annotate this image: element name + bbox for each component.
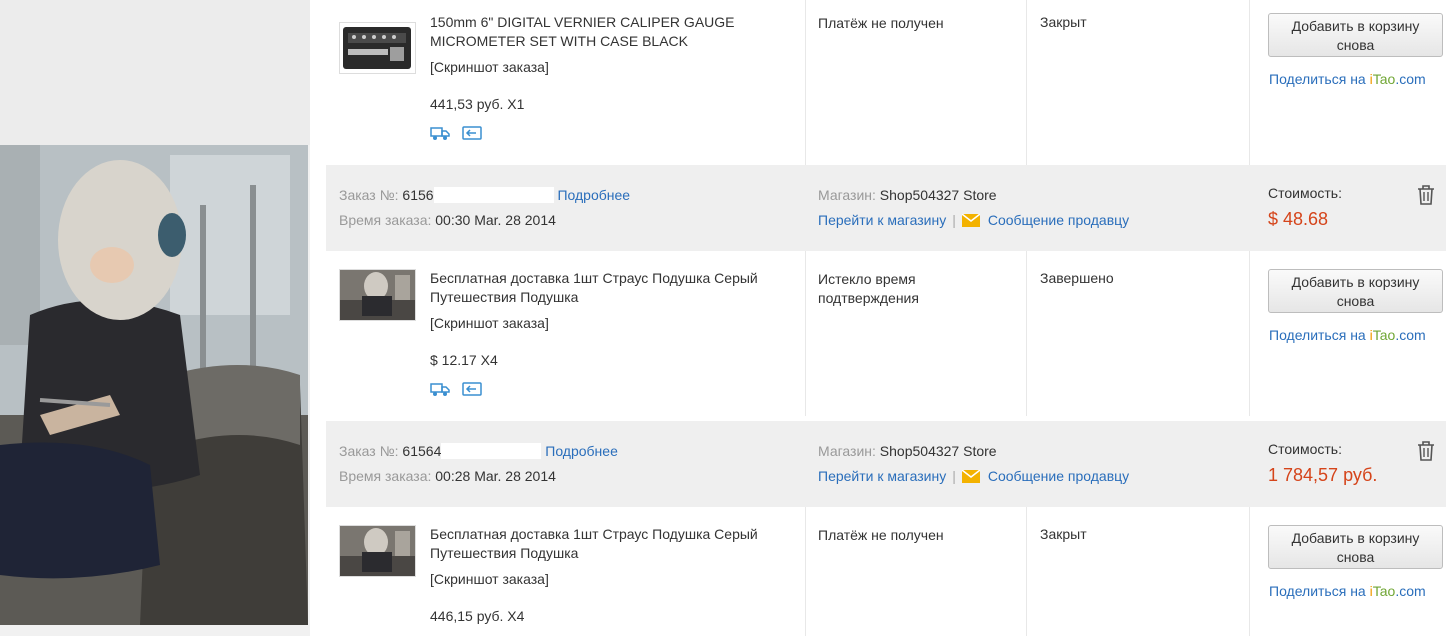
left-panel [0,0,310,636]
store-label: Магазин: [818,187,876,203]
order-snapshot-link[interactable]: [Скриншот заказа] [430,59,549,75]
share-itao-link[interactable]: Поделиться на iTao.com [1269,71,1426,87]
left-blank-area [0,0,310,145]
dispute-return-icon[interactable] [462,125,482,141]
item-price: 441,53 руб. X1 [430,96,525,112]
separator: | [952,468,956,484]
payment-status: Истекло время подтверждения [818,271,919,306]
order-state: Завершено [1040,270,1114,286]
trash-icon[interactable] [1416,184,1436,206]
ostrich-pillow-photo [0,145,308,625]
go-to-store-link[interactable]: Перейти к магазину [818,212,946,228]
delivery-truck-icon[interactable] [430,125,450,141]
message-seller-link[interactable]: Сообщение продавцу [988,468,1129,484]
add-to-cart-again-button[interactable]: Добавить в корзину снова [1268,525,1443,569]
store-name: Shop504327 Store [879,443,997,459]
order-header: Заказ №: 6156 Подробнее Время заказа: 00… [326,165,1446,251]
product-title-link[interactable]: Бесплатная доставка 1шт Страус Подушка С… [430,525,800,563]
order-state: Закрыт [1040,14,1087,30]
go-to-store-link[interactable]: Перейти к магазину [818,468,946,484]
order-item-row: Бесплатная доставка 1шт Страус Подушка С… [326,507,1446,636]
order-item-row: Бесплатная доставка 1шт Страус Подушка С… [326,251,1446,416]
order-item-row: 150mm 6" DIGITAL VERNIER CALIPER GAUGE M… [326,0,1446,165]
order-time-label: Время заказа: [339,468,432,484]
order-total: $ 48.68 [1268,209,1329,229]
order-number: 6156 [402,187,434,203]
delivery-truck-icon[interactable] [430,381,450,397]
product-title-link[interactable]: Бесплатная доставка 1шт Страус Подушка С… [430,269,800,307]
redaction-mask [441,443,542,459]
product-thumbnail[interactable] [339,525,416,577]
order-details-link[interactable]: Подробнее [545,443,618,459]
store-label: Магазин: [818,443,876,459]
order-number-label: Заказ №: [339,187,399,203]
share-itao-link[interactable]: Поделиться на iTao.com [1269,583,1426,599]
item-price: 446,15 руб. X4 [430,608,525,624]
order-number: 61564 [402,443,442,459]
dispute-return-icon[interactable] [462,381,482,397]
order-time: 00:30 Mar. 28 2014 [435,212,556,228]
envelope-icon[interactable] [961,213,981,227]
payment-status: Платёж не получен [818,527,944,543]
cost-label: Стоимость: [1268,441,1342,457]
envelope-icon[interactable] [961,469,981,483]
redaction-mask [433,187,554,203]
orders-list: 150mm 6" DIGITAL VERNIER CALIPER GAUGE M… [310,0,1446,636]
trash-icon[interactable] [1416,440,1436,462]
order-time-label: Время заказа: [339,212,432,228]
product-thumbnail[interactable] [339,269,416,321]
add-to-cart-again-button[interactable]: Добавить в корзину снова [1268,269,1443,313]
add-to-cart-again-button[interactable]: Добавить в корзину снова [1268,13,1443,57]
order-snapshot-link[interactable]: [Скриншот заказа] [430,315,549,331]
share-itao-link[interactable]: Поделиться на iTao.com [1269,327,1426,343]
cost-label: Стоимость: [1268,185,1342,201]
order-snapshot-link[interactable]: [Скриншот заказа] [430,571,549,587]
separator: | [952,212,956,228]
payment-status: Платёж не получен [818,15,944,31]
item-price: $ 12.17 X4 [430,352,498,368]
order-header: Заказ №: 61564 Подробнее Время заказа: 0… [326,421,1446,507]
order-time: 00:28 Mar. 28 2014 [435,468,556,484]
product-thumbnail[interactable] [339,22,416,74]
product-title-link[interactable]: 150mm 6" DIGITAL VERNIER CALIPER GAUGE M… [430,13,800,51]
order-state: Закрыт [1040,526,1087,542]
store-name: Shop504327 Store [879,187,997,203]
order-total: 1 784,57 руб. [1268,465,1378,485]
message-seller-link[interactable]: Сообщение продавцу [988,212,1129,228]
order-number-label: Заказ №: [339,443,399,459]
order-details-link[interactable]: Подробнее [557,187,630,203]
